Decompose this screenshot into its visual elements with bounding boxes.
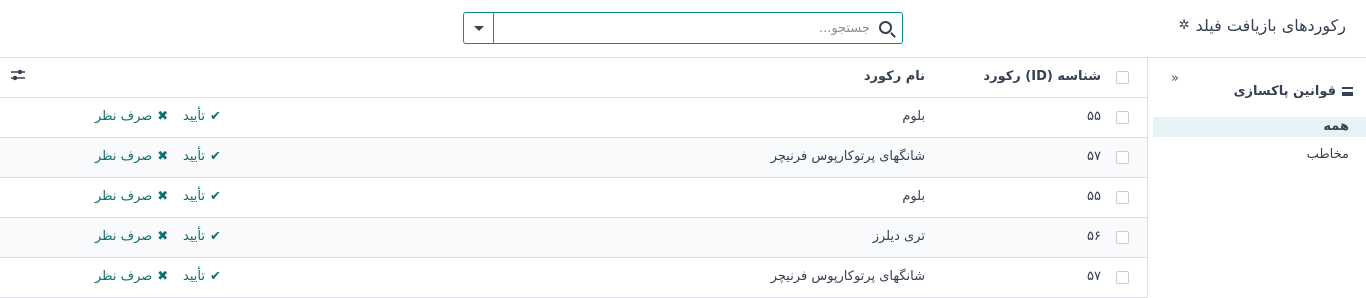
search-panel: « قوانین پاکسازی همه مخاطب: [1147, 58, 1366, 298]
record-id: ۵۵: [1087, 189, 1101, 204]
approve-label: تأیید: [183, 149, 205, 164]
approve-label: تأیید: [183, 229, 205, 244]
check-icon: ✔: [209, 109, 221, 124]
approve-button[interactable]: ✔ تأیید: [183, 109, 221, 124]
page-title: رکوردهای بازیافت فیلد: [1195, 16, 1346, 35]
search-field: [494, 13, 902, 43]
record-name: شانگهای پرتوکارپوس فرنیچر: [770, 269, 925, 284]
table-row[interactable]: ۵۷ شانگهای پرتوکارپوس فرنیچر ✔ تأیید ✖ صرف…: [0, 258, 1147, 298]
control-panel: رکوردهای بازیافت فیلد ✲: [0, 0, 1366, 58]
sliders-icon[interactable]: [10, 67, 26, 83]
approve-button[interactable]: ✔ تأیید: [183, 149, 221, 164]
x-icon: ✖: [157, 149, 169, 164]
dismiss-label: صرف نظر: [95, 149, 153, 164]
dismiss-label: صرف نظر: [95, 109, 153, 124]
filter-item-all[interactable]: همه: [1153, 117, 1366, 137]
dismiss-label: صرف نظر: [95, 229, 153, 244]
panel-section-header: قوانین پاکسازی: [1234, 84, 1353, 99]
search-input[interactable]: [494, 13, 902, 43]
record-id: ۵۶: [1087, 229, 1101, 244]
record-name: شانگهای پرتوکارپوس فرنیچر: [770, 149, 925, 164]
dismiss-label: صرف نظر: [95, 189, 153, 204]
record-name: بلوم: [902, 109, 925, 124]
search-icon[interactable]: [879, 21, 892, 34]
record-name: بلوم: [902, 189, 925, 204]
search-bar: [463, 12, 903, 44]
approve-label: تأیید: [183, 269, 205, 284]
check-icon: ✔: [209, 269, 221, 284]
approve-label: تأیید: [183, 189, 205, 204]
table-row[interactable]: ۵۶ تری دیلرز ✔ تأیید ✖ صرف نظر: [0, 218, 1147, 258]
check-icon: ✔: [209, 229, 221, 244]
record-id: ۵۷: [1087, 269, 1101, 284]
row-checkbox[interactable]: [1116, 111, 1129, 124]
dismiss-button[interactable]: ✖ صرف نظر: [95, 229, 168, 244]
dismiss-label: صرف نظر: [95, 269, 153, 284]
dismiss-button[interactable]: ✖ صرف نظر: [95, 109, 168, 124]
search-options-toggle[interactable]: [464, 13, 494, 43]
table-row[interactable]: ۵۷ شانگهای پرتوکارپوس فرنیچر ✔ تأیید ✖ صرف…: [0, 138, 1147, 178]
row-checkbox[interactable]: [1116, 191, 1129, 204]
record-name: تری دیلرز: [872, 229, 925, 244]
select-all-checkbox[interactable]: [1116, 71, 1129, 84]
table-row[interactable]: ۵۵ بلوم ✔ تأیید ✖ صرف نظر: [0, 178, 1147, 218]
column-header-name[interactable]: نام رکورد: [864, 69, 925, 84]
check-icon: ✔: [209, 149, 221, 164]
dismiss-button[interactable]: ✖ صرف نظر: [95, 189, 168, 204]
approve-label: تأیید: [183, 109, 205, 124]
approve-button[interactable]: ✔ تأیید: [183, 189, 221, 204]
x-icon: ✖: [157, 189, 169, 204]
table-row[interactable]: ۵۵ بلوم ✔ تأیید ✖ صرف نظر: [0, 98, 1147, 138]
row-checkbox[interactable]: [1116, 151, 1129, 164]
x-icon: ✖: [157, 229, 169, 244]
x-icon: ✖: [157, 109, 169, 124]
caret-down-icon: [473, 25, 484, 31]
approve-button[interactable]: ✔ تأیید: [183, 269, 221, 284]
record-id: ۵۵: [1087, 109, 1101, 124]
x-icon: ✖: [157, 269, 169, 284]
row-checkbox[interactable]: [1116, 271, 1129, 284]
record-id: ۵۷: [1087, 149, 1101, 164]
column-header-id[interactable]: شناسه (ID) رکورد: [983, 69, 1101, 84]
row-checkbox[interactable]: [1116, 231, 1129, 244]
collapse-panel-icon[interactable]: «: [1171, 71, 1179, 86]
panel-section-title: قوانین پاکسازی: [1233, 84, 1336, 99]
check-icon: ✔: [209, 189, 221, 204]
hamburger-icon: [1342, 87, 1353, 96]
filter-item-contact[interactable]: مخاطب: [1153, 145, 1366, 165]
dismiss-button[interactable]: ✖ صرف نظر: [95, 149, 168, 164]
gear-icon[interactable]: ✲: [1179, 18, 1190, 33]
dismiss-button[interactable]: ✖ صرف نظر: [95, 269, 168, 284]
breadcrumb: رکوردهای بازیافت فیلد ✲: [1179, 16, 1346, 35]
approve-button[interactable]: ✔ تأیید: [183, 229, 221, 244]
table-header: شناسه (ID) رکورد نام رکورد: [0, 58, 1147, 98]
